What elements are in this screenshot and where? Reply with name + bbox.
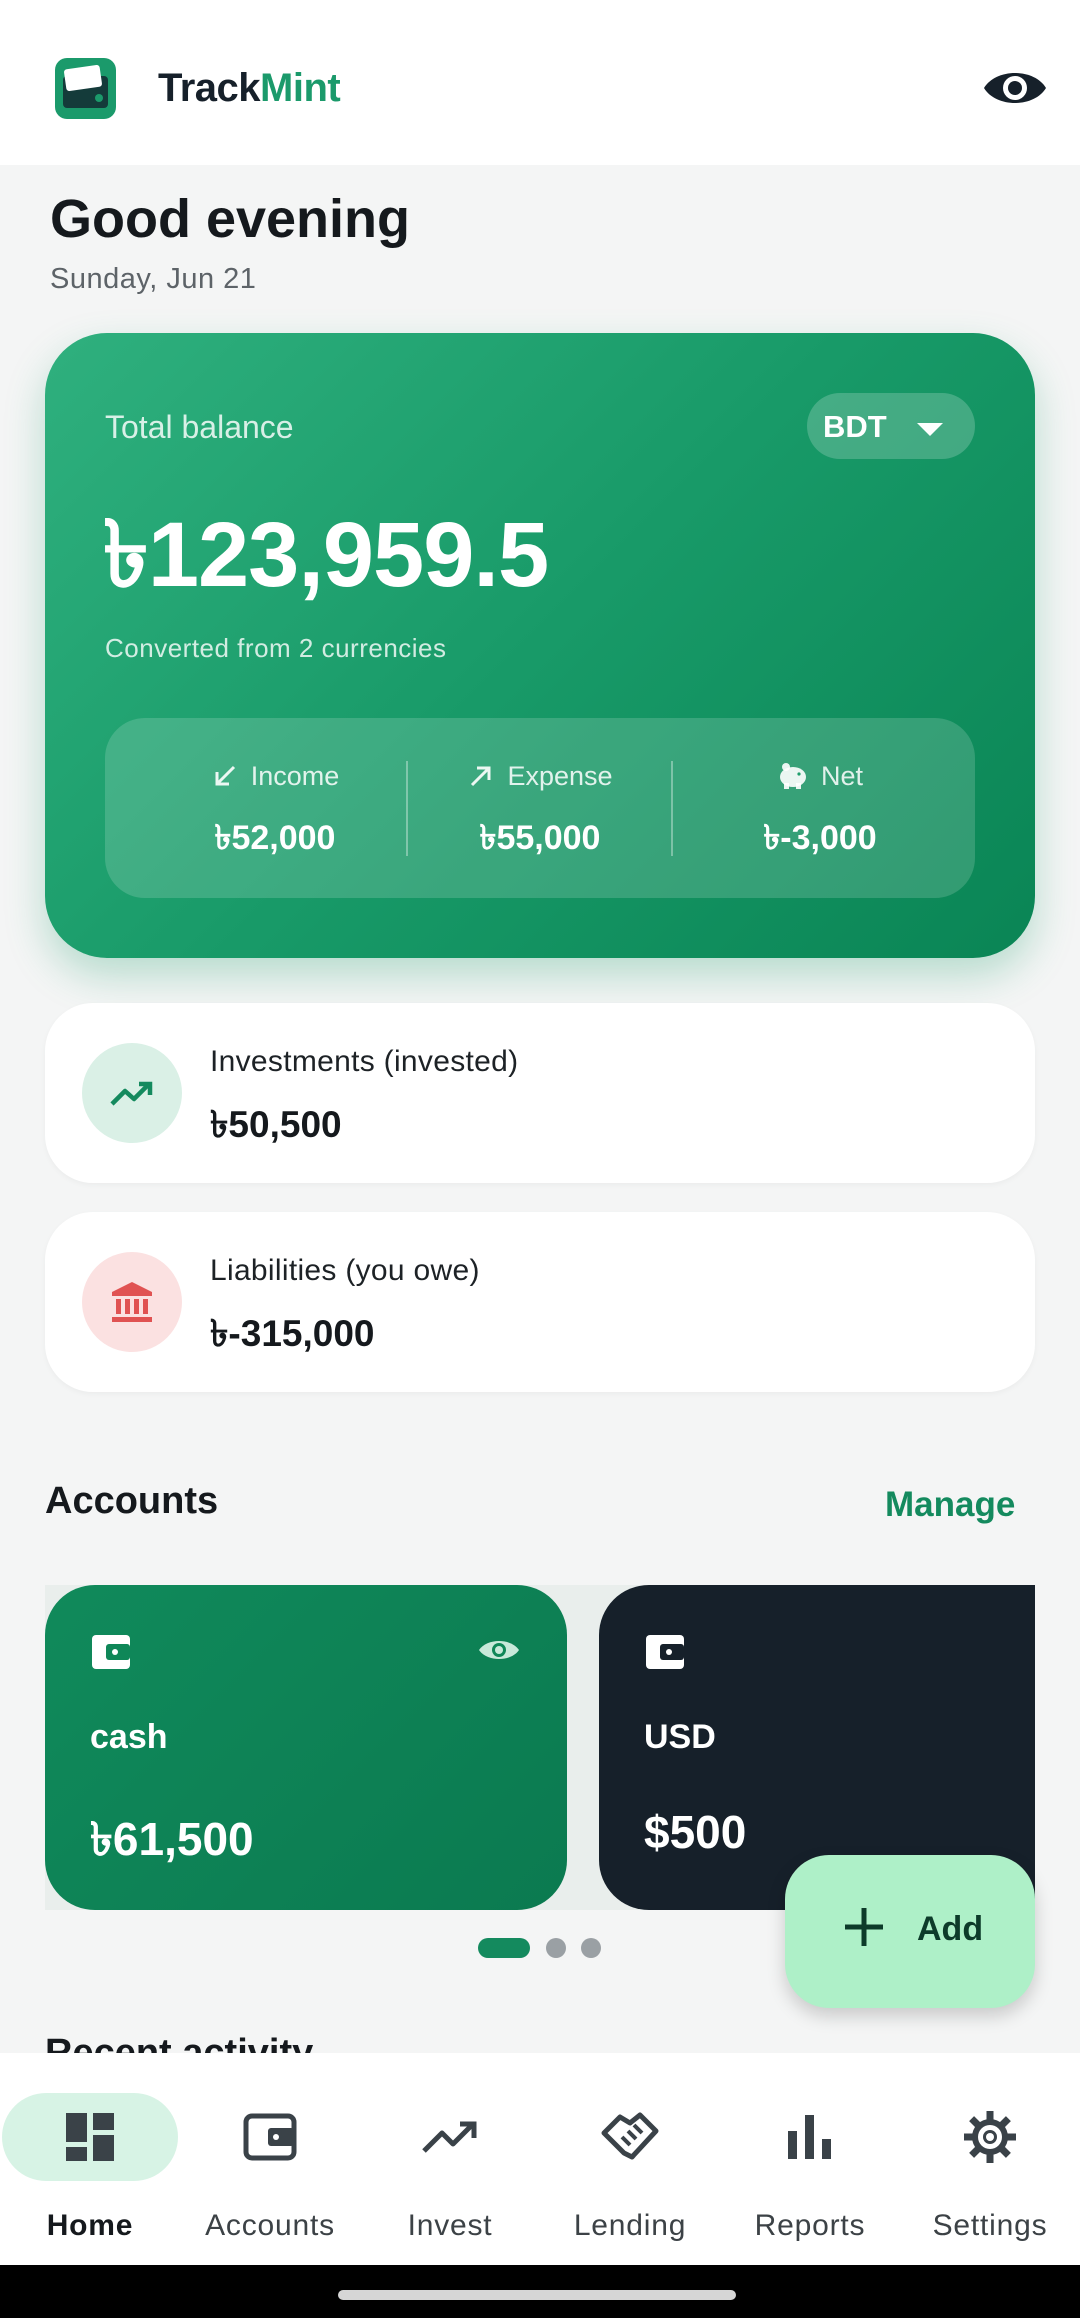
nav-label: Home xyxy=(46,2209,134,2242)
wallet-icon xyxy=(646,1635,684,1669)
greeting-text: Good evening xyxy=(50,189,411,249)
wallet-icon xyxy=(92,1635,130,1669)
page-dot[interactable] xyxy=(546,1938,566,1958)
manage-accounts-button[interactable]: Manage xyxy=(885,1485,1015,1525)
expense-label: Expense xyxy=(507,760,613,791)
currency-selector[interactable]: BDT xyxy=(807,393,975,459)
page-dot[interactable] xyxy=(581,1938,601,1958)
total-balance-amount: ৳123,959.5 xyxy=(103,504,549,606)
add-button-label: Add xyxy=(917,1910,984,1948)
liabilities-label: Liabilities (you owe) xyxy=(210,1254,480,1287)
eye-icon xyxy=(984,73,1046,103)
dashboard-icon xyxy=(66,2113,114,2161)
handshake-icon xyxy=(601,2112,659,2160)
liabilities-value: ৳-315,000 xyxy=(210,1313,375,1354)
app-bar: TrackMint xyxy=(0,0,1080,165)
income-value: ৳52,000 xyxy=(214,819,336,857)
chevron-down-icon xyxy=(917,423,943,436)
date-text: Sunday, Jun 21 xyxy=(50,263,257,295)
investments-icon-circle xyxy=(82,1043,182,1143)
arrow-down-left-icon xyxy=(215,765,235,786)
eye-icon[interactable] xyxy=(477,1635,521,1665)
next-section-title: Recent activity xyxy=(45,2035,365,2053)
investments-value: ৳50,500 xyxy=(210,1104,342,1145)
net-label: Net xyxy=(820,760,864,791)
investments-label: Investments (invested) xyxy=(210,1045,519,1078)
net-stat: Net ৳-3,000 xyxy=(675,758,965,869)
home-gesture-indicator[interactable] xyxy=(338,2290,736,2300)
app-title: TrackMint xyxy=(158,66,341,110)
nav-label: Lending xyxy=(573,2209,687,2242)
trending-up-icon xyxy=(422,2121,477,2153)
trending-up-icon xyxy=(110,1081,153,1106)
nav-label: Settings xyxy=(932,2209,1048,2242)
account-name: USD xyxy=(644,1718,716,1756)
add-button[interactable]: Add xyxy=(785,1855,1035,2008)
plus-icon xyxy=(845,1908,883,1946)
account-balance: ৳61,500 xyxy=(90,1813,254,1865)
liabilities-card[interactable]: Liabilities (you owe) ৳-315,000 xyxy=(45,1212,1035,1392)
investments-card[interactable]: Investments (invested) ৳50,500 xyxy=(45,1003,1035,1183)
nav-label: Accounts xyxy=(205,2209,335,2242)
liabilities-icon-circle xyxy=(82,1252,182,1352)
bar-chart-icon xyxy=(788,2115,831,2159)
income-stat: Income ৳52,000 xyxy=(105,758,445,869)
arrow-up-right-icon xyxy=(471,766,491,787)
gear-icon xyxy=(964,2111,1016,2163)
expense-stat: Expense ৳55,000 xyxy=(405,758,675,869)
account-card-cash[interactable]: cash ৳61,500 xyxy=(45,1585,567,1910)
nav-label: Invest xyxy=(407,2209,493,2242)
bank-icon xyxy=(112,1282,152,1322)
accounts-section-title: Accounts xyxy=(45,1480,219,1522)
income-label: Income xyxy=(250,760,340,791)
account-name: cash xyxy=(90,1718,168,1756)
net-value: ৳-3,000 xyxy=(763,819,877,857)
piggy-bank-icon xyxy=(779,763,806,789)
wallet-icon xyxy=(243,2113,297,2161)
balance-stats: Income ৳52,000 Expense ৳55,000 Net ৳-3,0… xyxy=(105,718,975,898)
toggle-visibility-button[interactable] xyxy=(980,58,1050,118)
expense-value: ৳55,000 xyxy=(479,819,601,857)
account-balance: $500 xyxy=(644,1806,747,1858)
app-logo-icon xyxy=(55,58,116,119)
currency-label: BDT xyxy=(823,409,887,444)
nav-label: Reports xyxy=(754,2209,866,2242)
converted-note: Converted from 2 currencies xyxy=(105,633,447,663)
stat-divider xyxy=(671,761,673,856)
page-dot-active[interactable] xyxy=(478,1938,530,1958)
total-balance-label: Total balance xyxy=(105,409,294,445)
total-balance-card: Total balance BDT ৳123,959.5 Converted f… xyxy=(45,333,1035,958)
